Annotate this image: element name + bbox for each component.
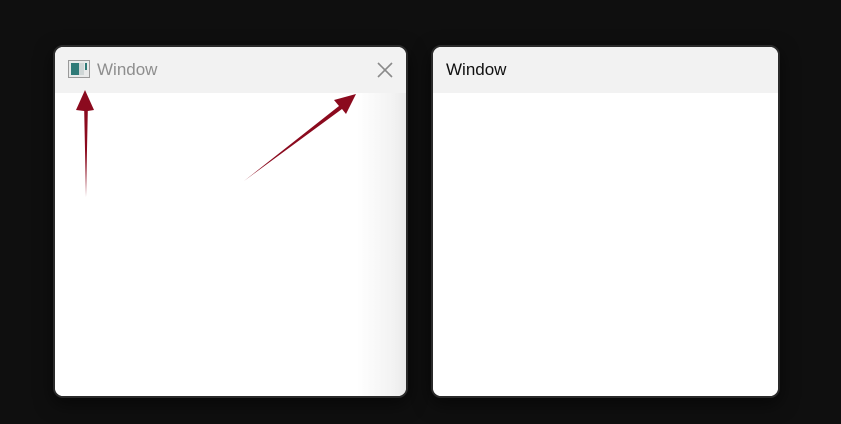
window-title: Window bbox=[97, 60, 158, 79]
desktop-stage: Window Window bbox=[0, 0, 841, 424]
window-titlebar[interactable]: Window bbox=[55, 47, 406, 93]
close-icon bbox=[377, 62, 393, 78]
app-window-icon[interactable] bbox=[68, 60, 90, 78]
window-titlebar[interactable]: Window bbox=[433, 47, 778, 93]
window-client-area bbox=[433, 93, 778, 396]
close-button[interactable] bbox=[370, 55, 400, 85]
window-plain: Window bbox=[431, 45, 780, 398]
window-client-area bbox=[55, 93, 406, 396]
window-title: Window bbox=[446, 60, 507, 79]
window-with-controls: Window bbox=[53, 45, 408, 398]
